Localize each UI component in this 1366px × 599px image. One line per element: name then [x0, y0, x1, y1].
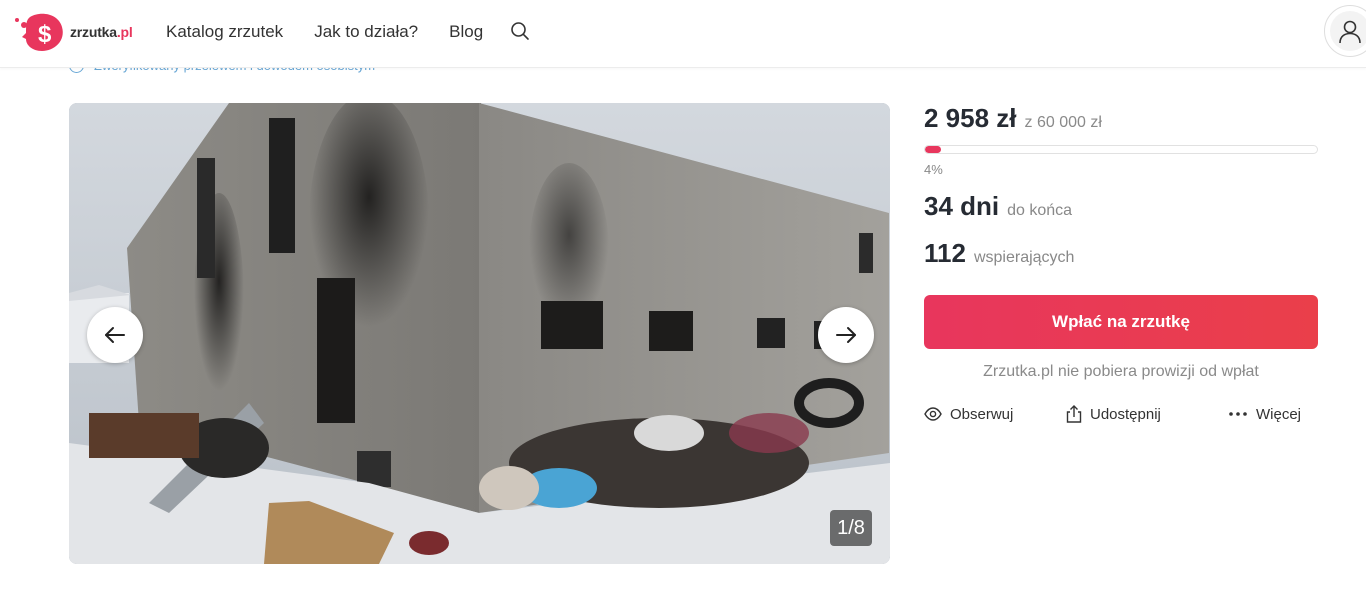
progress-bar — [924, 145, 1318, 154]
share-button[interactable]: Udostępnij — [1066, 405, 1228, 423]
supporters-count: 112 — [924, 238, 966, 268]
svg-text:$: $ — [38, 21, 52, 48]
raised-amount: 2 958 zł — [924, 103, 1017, 133]
goal-amount: z 60 000 zł — [1024, 114, 1102, 131]
supporters-row: 112 wspierających — [924, 238, 1318, 269]
follow-label: Obserwuj — [950, 405, 1014, 423]
supporters-label: wspierających — [973, 249, 1075, 266]
nav-blog-link[interactable]: Blog — [449, 22, 483, 42]
site-logo[interactable]: $ zrzutka.pl — [10, 11, 150, 53]
more-dots-icon — [1229, 412, 1247, 416]
more-label: Więcej — [1256, 405, 1302, 423]
share-icon — [1066, 405, 1082, 423]
days-left-row: 34 dni do końca — [924, 191, 1318, 222]
user-icon — [1330, 11, 1366, 51]
burned-building-photo — [69, 103, 890, 564]
top-navbar: $ zrzutka.pl Katalog zrzutek Jak to dzia… — [0, 0, 1366, 68]
actions-row: Obserwuj Udostępnij Więcej — [924, 405, 1318, 423]
arrow-right-icon — [836, 327, 856, 343]
more-button[interactable]: Więcej — [1228, 406, 1301, 423]
no-fee-note: Zrzutka.pl nie pobiera prowizji od wpłat — [983, 363, 1259, 380]
share-label: Udostępnij — [1090, 405, 1161, 423]
search-icon[interactable] — [510, 21, 530, 41]
nav-how-it-works-link[interactable]: Jak to działa? — [314, 22, 418, 42]
gallery-counter: 1/8 — [830, 510, 872, 546]
donate-button[interactable]: Wpłać na zrzutkę — [924, 295, 1318, 349]
piggy-bank-logo-icon: $ — [10, 11, 66, 53]
arrow-left-icon — [105, 327, 125, 343]
progress-bar-fill — [925, 146, 941, 153]
days-left-value: 34 dni — [924, 191, 1000, 221]
logo-suffix: .pl — [116, 24, 133, 40]
gallery-next-button[interactable] — [818, 307, 874, 363]
gallery-prev-button[interactable] — [87, 307, 143, 363]
nav-catalog-link[interactable]: Katalog zrzutek — [166, 22, 283, 42]
main-nav: Katalog zrzutek Jak to działa? Blog — [166, 0, 514, 64]
user-account-button[interactable] — [1324, 5, 1366, 57]
amount-row: 2 958 zł z 60 000 zł — [924, 103, 1318, 135]
progress-percent: 4% — [924, 162, 943, 177]
funding-panel: 2 958 zł z 60 000 zł 4% 34 dni do końca … — [924, 103, 1318, 423]
logo-text: zrzutka — [70, 24, 117, 40]
days-left-label: do końca — [1007, 202, 1073, 219]
photo-gallery[interactable]: 1/8 — [69, 103, 890, 564]
eye-icon — [924, 407, 942, 421]
follow-button[interactable]: Obserwuj — [924, 406, 1066, 423]
